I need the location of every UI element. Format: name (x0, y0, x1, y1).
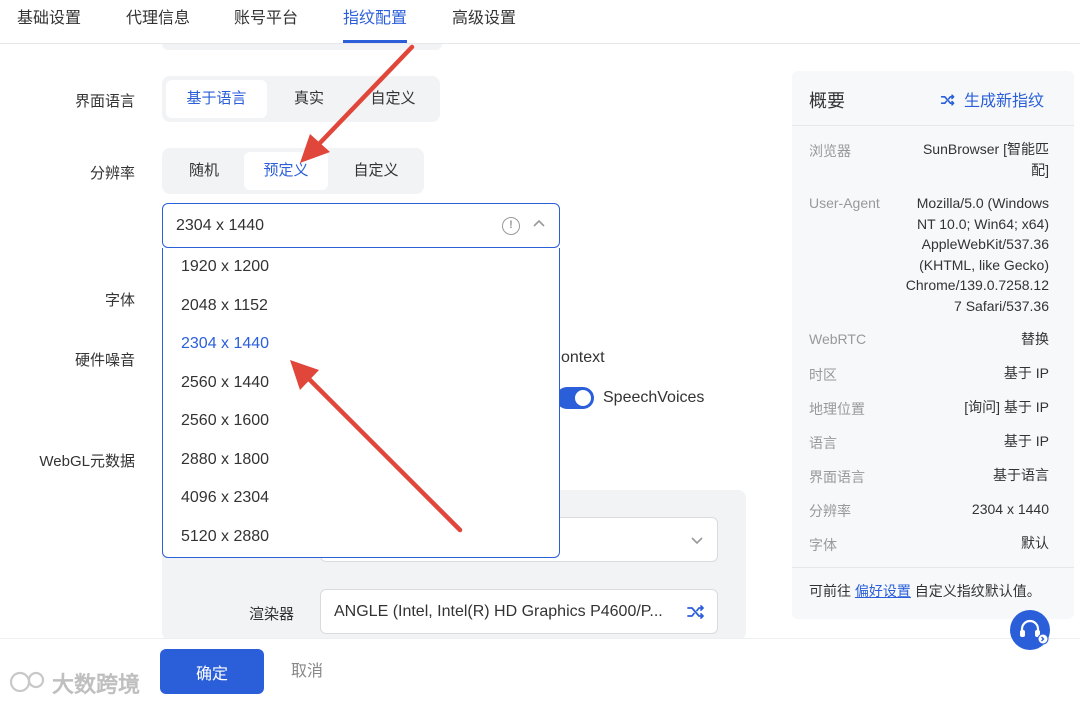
summary-row-value: 替换 (1021, 331, 1049, 347)
watermark-text: 大数跨境 (52, 672, 141, 697)
renderer-label: 渲染器 (248, 606, 294, 623)
dropdown-option[interactable]: 2560 x 1600 (163, 402, 559, 441)
summary-row-label: 语言 (809, 435, 837, 451)
tab-advanced-settings[interactable]: 高级设置 (452, 0, 516, 44)
top-tab-bar: 基础设置 代理信息 账号平台 指纹配置 高级设置 (0, 0, 1080, 44)
font-label: 字体 (104, 292, 135, 309)
resolution-select[interactable]: 2304 x 1440 ! (162, 203, 560, 248)
resolution-select-value: 2304 x 1440 (176, 217, 265, 234)
dropdown-option[interactable]: 2880 x 1800 (163, 441, 559, 480)
toggle-knob (575, 390, 591, 406)
summary-row-label: User-Agent (809, 195, 880, 211)
resolution-dropdown-list: 1920 x 1200 2048 x 1152 2304 x 1440 2560… (162, 248, 560, 558)
headset-icon (1020, 619, 1049, 645)
resolution-segmented: 随机 预定义 自定义 (162, 148, 424, 194)
summary-row-value: 2304 x 1440 (971, 501, 1049, 517)
audio-context-option-label: ontext (561, 349, 605, 366)
dropdown-option[interactable]: 4096 x 2304 (163, 479, 559, 518)
ui-language-option-based-on-language[interactable]: 基于语言 (166, 80, 267, 118)
summary-row-value: 基于语言 (993, 467, 1049, 483)
cancel-button[interactable]: 取消 (291, 649, 323, 694)
speech-voices-toggle[interactable] (556, 387, 594, 409)
summary-row-value: 默认 (1021, 535, 1049, 551)
bottom-action-bar: 确定 取消 大数跨境 (0, 638, 1080, 702)
summary-divider (792, 567, 1074, 568)
summary-row-label: WebRTC (809, 331, 867, 347)
speech-voices-label: SpeechVoices (603, 389, 705, 406)
summary-row-label: 浏览器 (809, 143, 851, 159)
generate-new-fingerprint-label: 生成新指纹 (964, 93, 1045, 110)
resolution-label: 分辨率 (89, 165, 135, 182)
resolution-option-custom[interactable]: 自定义 (332, 152, 420, 190)
tab-proxy-info[interactable]: 代理信息 (126, 0, 190, 44)
watermark-logo-icon (9, 671, 45, 693)
ui-language-option-real[interactable]: 真实 (270, 80, 348, 118)
summary-row-value: 基于 IP (1003, 433, 1049, 449)
previous-field-stub (162, 44, 442, 50)
summary-divider (792, 125, 1074, 126)
summary-panel: 概要 生成新指纹 浏览器 SunBrowser [智能匹 配] User-Agen… (792, 71, 1074, 619)
dropdown-option-selected[interactable]: 2304 x 1440 (163, 325, 559, 364)
summary-row-label: 时区 (809, 367, 837, 383)
summary-row-value: SunBrowser [智能匹 配] (922, 141, 1049, 178)
summary-footer: 可前往 偏好设置 自定义指纹默认值。 (809, 583, 1041, 599)
dropdown-option[interactable]: 2048 x 1152 (163, 287, 559, 326)
dropdown-option[interactable]: 1920 x 1200 (163, 248, 559, 287)
summary-row-label: 分辨率 (809, 503, 851, 519)
shuffle-icon[interactable] (686, 602, 706, 622)
active-tab-indicator (343, 40, 407, 43)
ui-language-segmented: 基于语言 真实 自定义 (162, 76, 440, 122)
webgl-renderer-select[interactable]: ANGLE (Intel, Intel(R) HD Graphics P4600… (320, 589, 718, 634)
summary-title: 概要 (809, 91, 845, 111)
dropdown-option[interactable]: 2560 x 1440 (163, 364, 559, 403)
ui-language-label: 界面语言 (74, 93, 135, 110)
ui-language-option-custom[interactable]: 自定义 (350, 80, 436, 118)
support-chat-button[interactable] (1010, 610, 1050, 650)
chevron-down-icon (691, 537, 703, 545)
generate-new-fingerprint-button[interactable]: 生成新指纹 (938, 87, 1044, 111)
summary-row-value: Mozilla/5.0 (Windows NT 10.0; Win64; x64)… (905, 195, 1049, 314)
tab-account-platform[interactable]: 账号平台 (234, 0, 298, 44)
resolution-option-predefined[interactable]: 预定义 (244, 152, 328, 190)
resolution-option-random[interactable]: 随机 (166, 152, 242, 190)
tab-basic-settings[interactable]: 基础设置 (17, 0, 81, 44)
tab-fingerprint-config[interactable]: 指纹配置 (343, 0, 407, 44)
info-icon[interactable]: ! (502, 217, 520, 235)
renderer-value: ANGLE (Intel, Intel(R) HD Graphics P4600… (334, 603, 663, 620)
hardware-noise-label: 硬件噪音 (74, 352, 135, 369)
chevron-up-icon[interactable] (529, 214, 549, 234)
summary-row-label: 地理位置 (809, 401, 865, 417)
summary-row-value: 基于 IP (1003, 365, 1049, 381)
summary-row-value: [询问] 基于 IP (964, 399, 1049, 415)
dropdown-option[interactable]: 5120 x 2880 (163, 518, 559, 557)
summary-row-label: 界面语言 (809, 469, 865, 485)
confirm-button[interactable]: 确定 (160, 649, 264, 694)
shuffle-icon (940, 94, 955, 106)
webgl-metadata-label: WebGL元数据 (39, 453, 135, 470)
summary-row-label: 字体 (809, 537, 837, 553)
preferences-link[interactable]: 偏好设置 (855, 583, 911, 599)
